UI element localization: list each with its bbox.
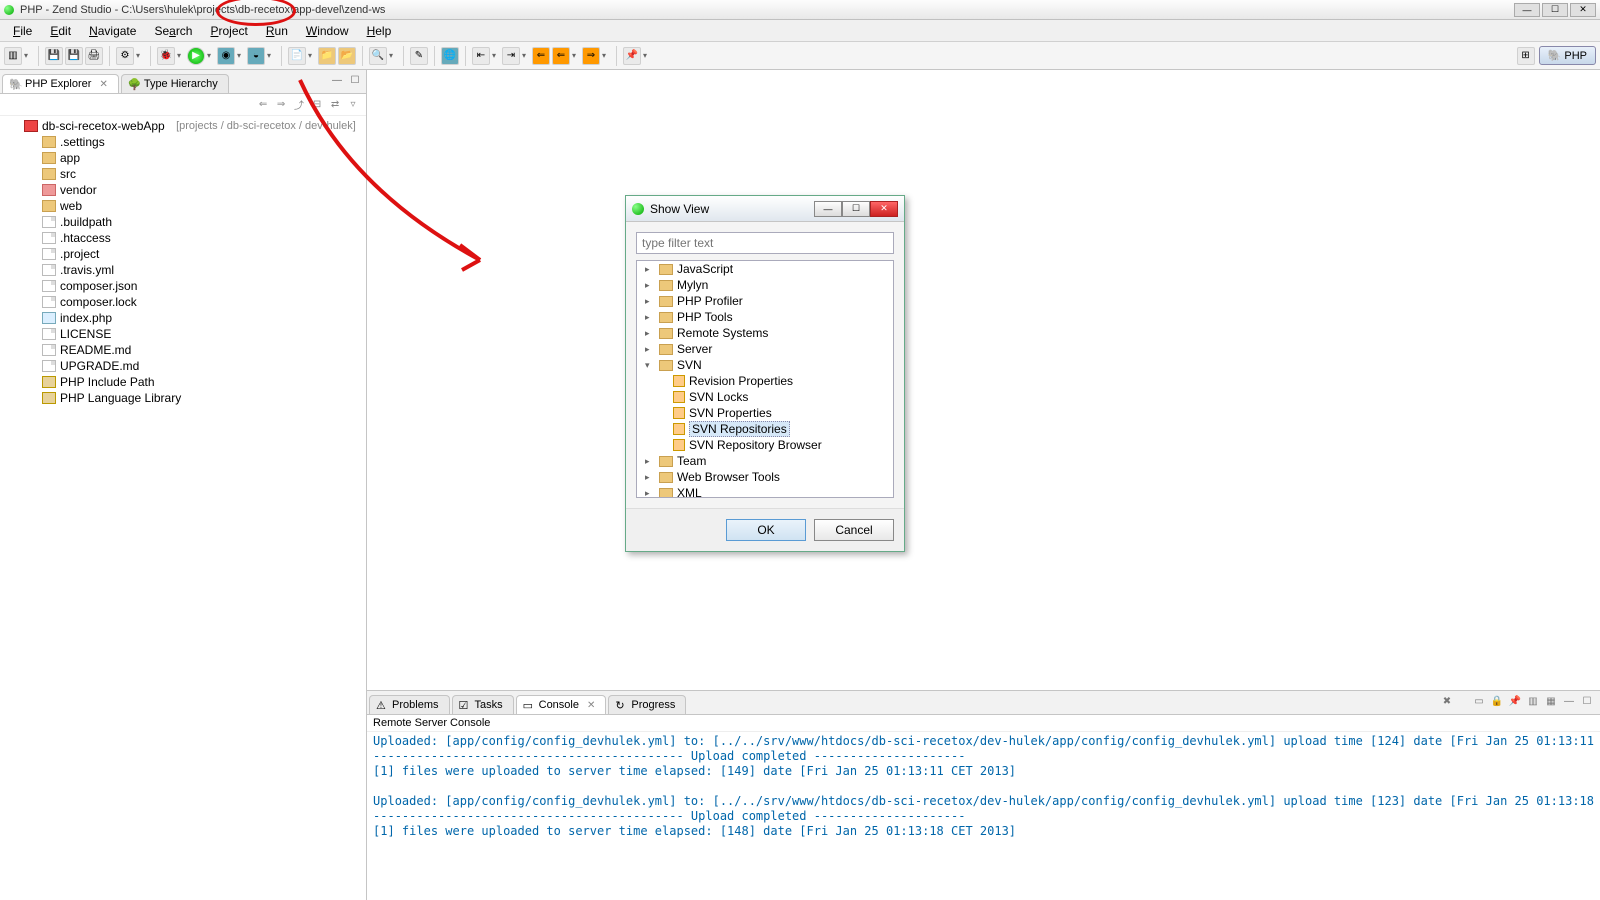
view-icon xyxy=(673,423,685,435)
view-label: SVN Properties xyxy=(689,406,772,420)
folder-icon xyxy=(659,360,673,371)
view-category[interactable]: ▸ Remote Systems xyxy=(637,325,893,341)
folder-icon xyxy=(659,472,673,483)
view-category[interactable]: ▸ PHP Profiler xyxy=(637,293,893,309)
view-category[interactable]: ▸ Team xyxy=(637,453,893,469)
ok-button[interactable]: OK xyxy=(726,519,806,541)
folder-icon xyxy=(659,264,673,275)
expand-icon[interactable]: ▸ xyxy=(645,328,655,339)
folder-icon xyxy=(659,456,673,467)
category-label: Team xyxy=(677,454,706,468)
view-item[interactable]: SVN Repository Browser xyxy=(637,437,893,453)
dialog-title: Show View xyxy=(650,202,814,216)
view-category[interactable]: ▸ Web Browser Tools xyxy=(637,469,893,485)
category-label: Mylyn xyxy=(677,278,708,292)
category-label: PHP Tools xyxy=(677,310,733,324)
view-icon xyxy=(673,407,685,419)
dialog-minimize-button[interactable]: — xyxy=(814,201,842,217)
expand-icon[interactable]: ▸ xyxy=(645,488,655,499)
category-label: PHP Profiler xyxy=(677,294,743,308)
view-category[interactable]: ▾ SVN xyxy=(637,357,893,373)
filter-input[interactable] xyxy=(636,232,894,254)
category-label: SVN xyxy=(677,358,702,372)
view-icon xyxy=(673,439,685,451)
view-item[interactable]: SVN Locks xyxy=(637,389,893,405)
dialog-close-button[interactable]: ✕ xyxy=(870,201,898,217)
view-category[interactable]: ▸ PHP Tools xyxy=(637,309,893,325)
category-label: Remote Systems xyxy=(677,326,768,340)
view-category[interactable]: ▸ JavaScript xyxy=(637,261,893,277)
view-category[interactable]: ▸ Server xyxy=(637,341,893,357)
category-label: JavaScript xyxy=(677,262,733,276)
expand-icon[interactable]: ▸ xyxy=(645,296,655,307)
folder-icon xyxy=(659,312,673,323)
dialog-title-bar[interactable]: Show View — ☐ ✕ xyxy=(626,196,904,222)
folder-icon xyxy=(659,280,673,291)
expand-icon[interactable]: ▸ xyxy=(645,280,655,291)
expand-icon[interactable]: ▸ xyxy=(645,344,655,355)
expand-icon[interactable]: ▸ xyxy=(645,472,655,483)
view-tree[interactable]: ▸ JavaScript ▸ Mylyn ▸ PHP Profiler ▸ PHP Tools… xyxy=(636,260,894,498)
expand-icon[interactable]: ▸ xyxy=(645,456,655,467)
folder-icon xyxy=(659,296,673,307)
category-label: XML xyxy=(677,486,702,498)
show-view-dialog: Show View — ☐ ✕ ▸ JavaScript ▸ Mylyn ▸ PHP Pr… xyxy=(625,195,905,552)
expand-icon[interactable]: ▸ xyxy=(645,312,655,323)
category-label: Web Browser Tools xyxy=(677,470,780,484)
view-label: SVN Repositories xyxy=(689,421,790,437)
view-category[interactable]: ▸ XML xyxy=(637,485,893,498)
view-item[interactable]: Revision Properties xyxy=(637,373,893,389)
view-icon xyxy=(673,375,685,387)
folder-icon xyxy=(659,328,673,339)
view-item[interactable]: SVN Repositories xyxy=(637,421,893,437)
view-label: SVN Repository Browser xyxy=(689,438,822,452)
view-label: SVN Locks xyxy=(689,390,748,404)
view-category[interactable]: ▸ Mylyn xyxy=(637,277,893,293)
modal-overlay: Show View — ☐ ✕ ▸ JavaScript ▸ Mylyn ▸ PHP Pr… xyxy=(0,0,1600,900)
category-label: Server xyxy=(677,342,712,356)
view-icon xyxy=(673,391,685,403)
dialog-icon xyxy=(632,203,644,215)
view-item[interactable]: SVN Properties xyxy=(637,405,893,421)
folder-icon xyxy=(659,488,673,499)
folder-icon xyxy=(659,344,673,355)
collapse-icon[interactable]: ▾ xyxy=(645,360,655,371)
dialog-maximize-button[interactable]: ☐ xyxy=(842,201,870,217)
expand-icon[interactable]: ▸ xyxy=(645,264,655,275)
view-label: Revision Properties xyxy=(689,374,793,388)
cancel-button[interactable]: Cancel xyxy=(814,519,894,541)
